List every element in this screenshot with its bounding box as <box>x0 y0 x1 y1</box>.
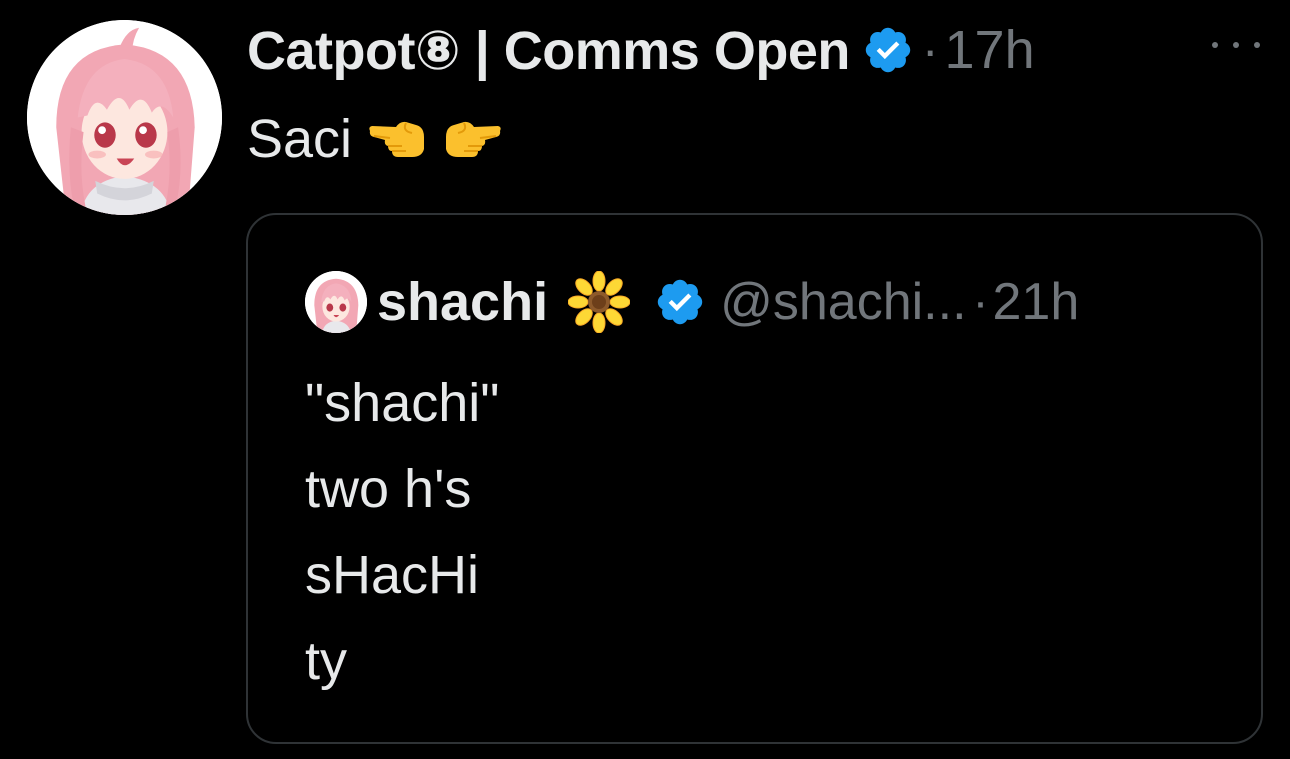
quoted-text-line: "shachi" <box>305 373 500 433</box>
quoted-avatar <box>305 271 367 333</box>
anime-girl-avatar-image <box>305 271 367 333</box>
tweet-text-content: Saci <box>247 109 353 169</box>
tweet-text: Saci <box>247 108 504 170</box>
pointing-left-hand-icon <box>366 117 428 161</box>
more-dot <box>1254 42 1260 48</box>
quoted-text-line: sHacHi <box>305 545 480 605</box>
tweet-timestamp[interactable]: 17h <box>945 19 1035 81</box>
avatar[interactable] <box>27 20 222 215</box>
verified-badge-icon <box>654 276 706 328</box>
quoted-text-line: two h's <box>305 459 472 519</box>
tweet-header: Catpot⑧ | Comms Open · 17h <box>247 14 1035 86</box>
more-options-icon[interactable] <box>1212 30 1260 60</box>
tweet[interactable]: Catpot⑧ | Comms Open · 17h Saci shachi @… <box>0 0 1290 759</box>
quoted-author-display-name[interactable]: shachi <box>377 271 548 333</box>
sunflower-icon <box>568 271 631 333</box>
separator-dot: · <box>972 275 989 329</box>
quoted-text-line: ty <box>305 631 348 691</box>
author-display-name[interactable]: Catpot⑧ | Comms Open <box>247 19 850 82</box>
quoted-author-handle[interactable]: @shachi... <box>720 272 966 332</box>
quoted-tweet-text: "shachi" two h's sHacHi ty <box>305 360 499 704</box>
quoted-tweet-card[interactable]: shachi @shachi... · 21h "shachi" two h's… <box>246 213 1263 744</box>
quoted-tweet-timestamp[interactable]: 21h <box>993 272 1080 332</box>
separator-dot: · <box>921 22 939 78</box>
anime-girl-avatar-image <box>27 20 222 215</box>
verified-badge-icon <box>862 24 914 76</box>
quoted-tweet-header: shachi @shachi... · 21h <box>305 267 1079 337</box>
more-dot <box>1212 42 1218 48</box>
more-dot <box>1233 42 1239 48</box>
pointing-right-hand-icon <box>442 117 504 161</box>
